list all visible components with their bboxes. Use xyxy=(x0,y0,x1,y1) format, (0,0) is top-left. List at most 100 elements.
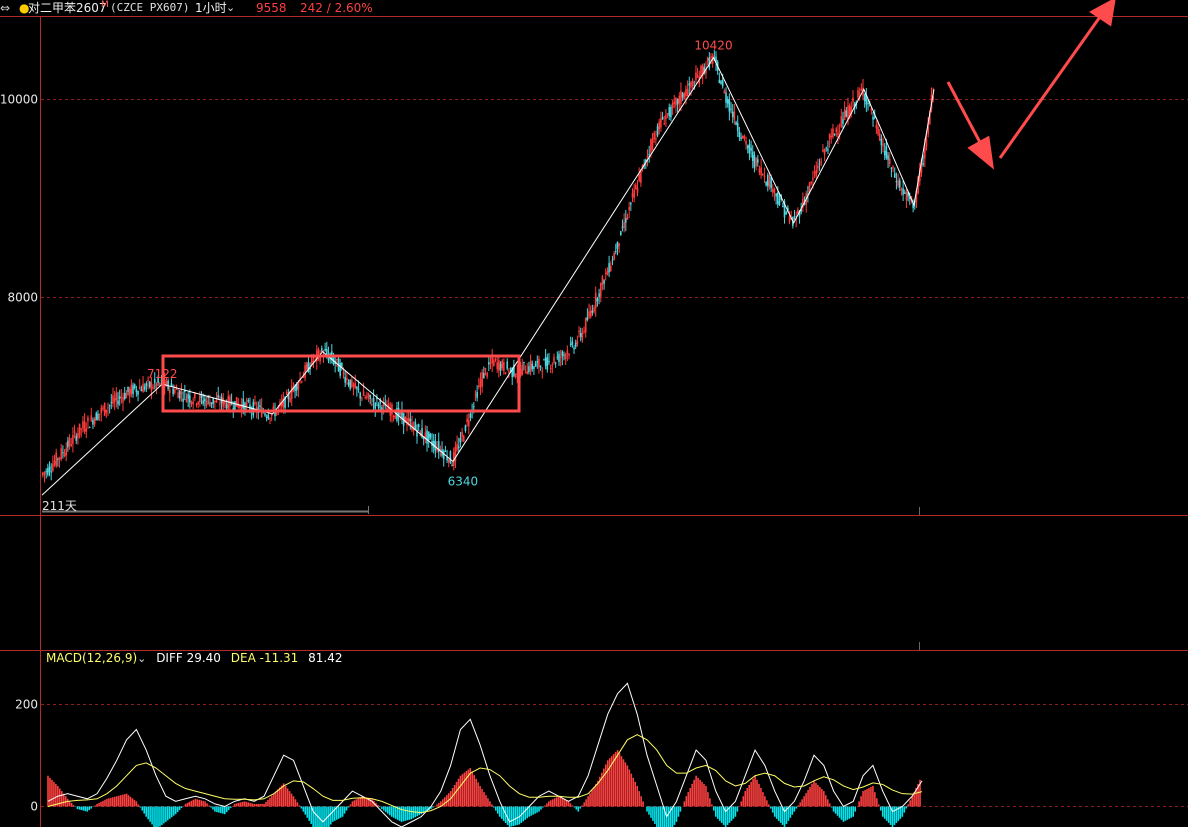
price-candles xyxy=(42,49,934,483)
candle-body xyxy=(457,446,460,449)
candle-body xyxy=(177,392,179,399)
candle-body xyxy=(670,106,672,118)
candle-body xyxy=(359,392,362,399)
candle-body xyxy=(604,272,607,274)
candle-body xyxy=(304,365,306,378)
candle-body xyxy=(636,187,639,193)
candle-body xyxy=(449,451,452,463)
candle-body xyxy=(235,397,238,407)
candle-body xyxy=(731,111,734,118)
candle-body xyxy=(227,396,230,410)
candle-body xyxy=(539,366,542,368)
candle-body xyxy=(50,471,52,473)
candle-body xyxy=(98,413,101,415)
candle-body xyxy=(320,348,323,351)
candle-body xyxy=(541,370,544,372)
candle-body xyxy=(489,362,492,365)
candle-body xyxy=(103,403,106,416)
candle-body xyxy=(753,154,756,168)
candle-body xyxy=(877,127,879,135)
candle-body xyxy=(631,193,634,198)
candle-body xyxy=(140,389,143,392)
candle-body xyxy=(611,259,614,261)
candle-body xyxy=(857,90,859,98)
candle-body xyxy=(68,438,71,446)
candle-body xyxy=(718,79,721,83)
candle-body xyxy=(666,113,669,115)
candle-body xyxy=(905,191,908,201)
macd-title[interactable]: MACD(12,26,9) xyxy=(46,651,137,665)
candle-body xyxy=(872,116,874,120)
candle-body xyxy=(755,157,757,166)
candle-body xyxy=(78,423,81,436)
candle-body xyxy=(835,128,838,133)
candle-body xyxy=(838,130,841,132)
candle-body xyxy=(609,265,612,271)
candle-body xyxy=(564,354,567,359)
candle-body xyxy=(172,388,174,394)
candle-body xyxy=(427,431,430,441)
candle-body xyxy=(893,173,896,178)
candle-body xyxy=(696,75,699,78)
candle-body xyxy=(93,418,96,425)
candle-body xyxy=(775,193,777,197)
candle-body xyxy=(195,404,198,406)
candle-body xyxy=(888,158,891,165)
candle-body xyxy=(630,202,632,205)
candle-body xyxy=(259,405,261,408)
candle-body xyxy=(660,118,662,128)
candle-body xyxy=(621,226,624,229)
candle-body xyxy=(508,370,510,373)
candle-body xyxy=(818,163,821,165)
candle-body xyxy=(189,395,191,403)
candle-body xyxy=(60,448,63,460)
candle-body xyxy=(138,386,141,389)
candle-body xyxy=(574,343,577,347)
zigzag-line xyxy=(41,56,935,496)
candle-body xyxy=(588,311,590,317)
candle-body xyxy=(523,361,525,364)
candle-body xyxy=(509,368,512,370)
candle-body xyxy=(883,151,886,156)
candle-body xyxy=(461,432,463,438)
candle-body xyxy=(362,391,365,396)
candle-body xyxy=(563,354,565,356)
candle-body xyxy=(614,250,617,252)
candle-body xyxy=(589,310,592,317)
candle-body xyxy=(648,153,650,155)
candle-body xyxy=(685,88,687,97)
candle-body xyxy=(623,221,625,228)
candle-body xyxy=(264,413,266,416)
candle-body xyxy=(578,330,580,333)
candle-body xyxy=(822,149,824,152)
candle-body xyxy=(47,468,49,475)
candle-body xyxy=(812,177,814,180)
candle-body xyxy=(225,404,228,409)
candle-body xyxy=(202,400,204,404)
candle-body xyxy=(772,189,774,193)
candle-body xyxy=(840,116,843,128)
candle-body xyxy=(504,372,507,375)
candle-body xyxy=(558,353,560,362)
chart-canvas[interactable]: 100008000 2000 10420 7122 6340 211天 xyxy=(0,0,1188,827)
candle-body xyxy=(618,243,620,247)
candle-body xyxy=(501,360,503,369)
chevron-down-icon[interactable]: ⌄ xyxy=(137,652,146,665)
candle-body xyxy=(766,174,769,186)
candle-body xyxy=(897,180,899,186)
macd-value: 81.42 xyxy=(308,651,343,665)
candle-body xyxy=(92,419,94,425)
candle-body xyxy=(219,403,221,405)
candle-body xyxy=(551,364,554,366)
candle-body xyxy=(426,430,428,444)
candle-body xyxy=(107,407,109,409)
candle-body xyxy=(190,401,193,405)
candle-body xyxy=(70,444,73,447)
candle-body xyxy=(635,185,637,190)
candle-body xyxy=(429,434,432,438)
candle-body xyxy=(860,88,863,92)
candle-body xyxy=(726,99,729,104)
candle-body xyxy=(576,340,579,344)
candle-body xyxy=(544,357,547,366)
macd-histogram xyxy=(47,750,921,827)
